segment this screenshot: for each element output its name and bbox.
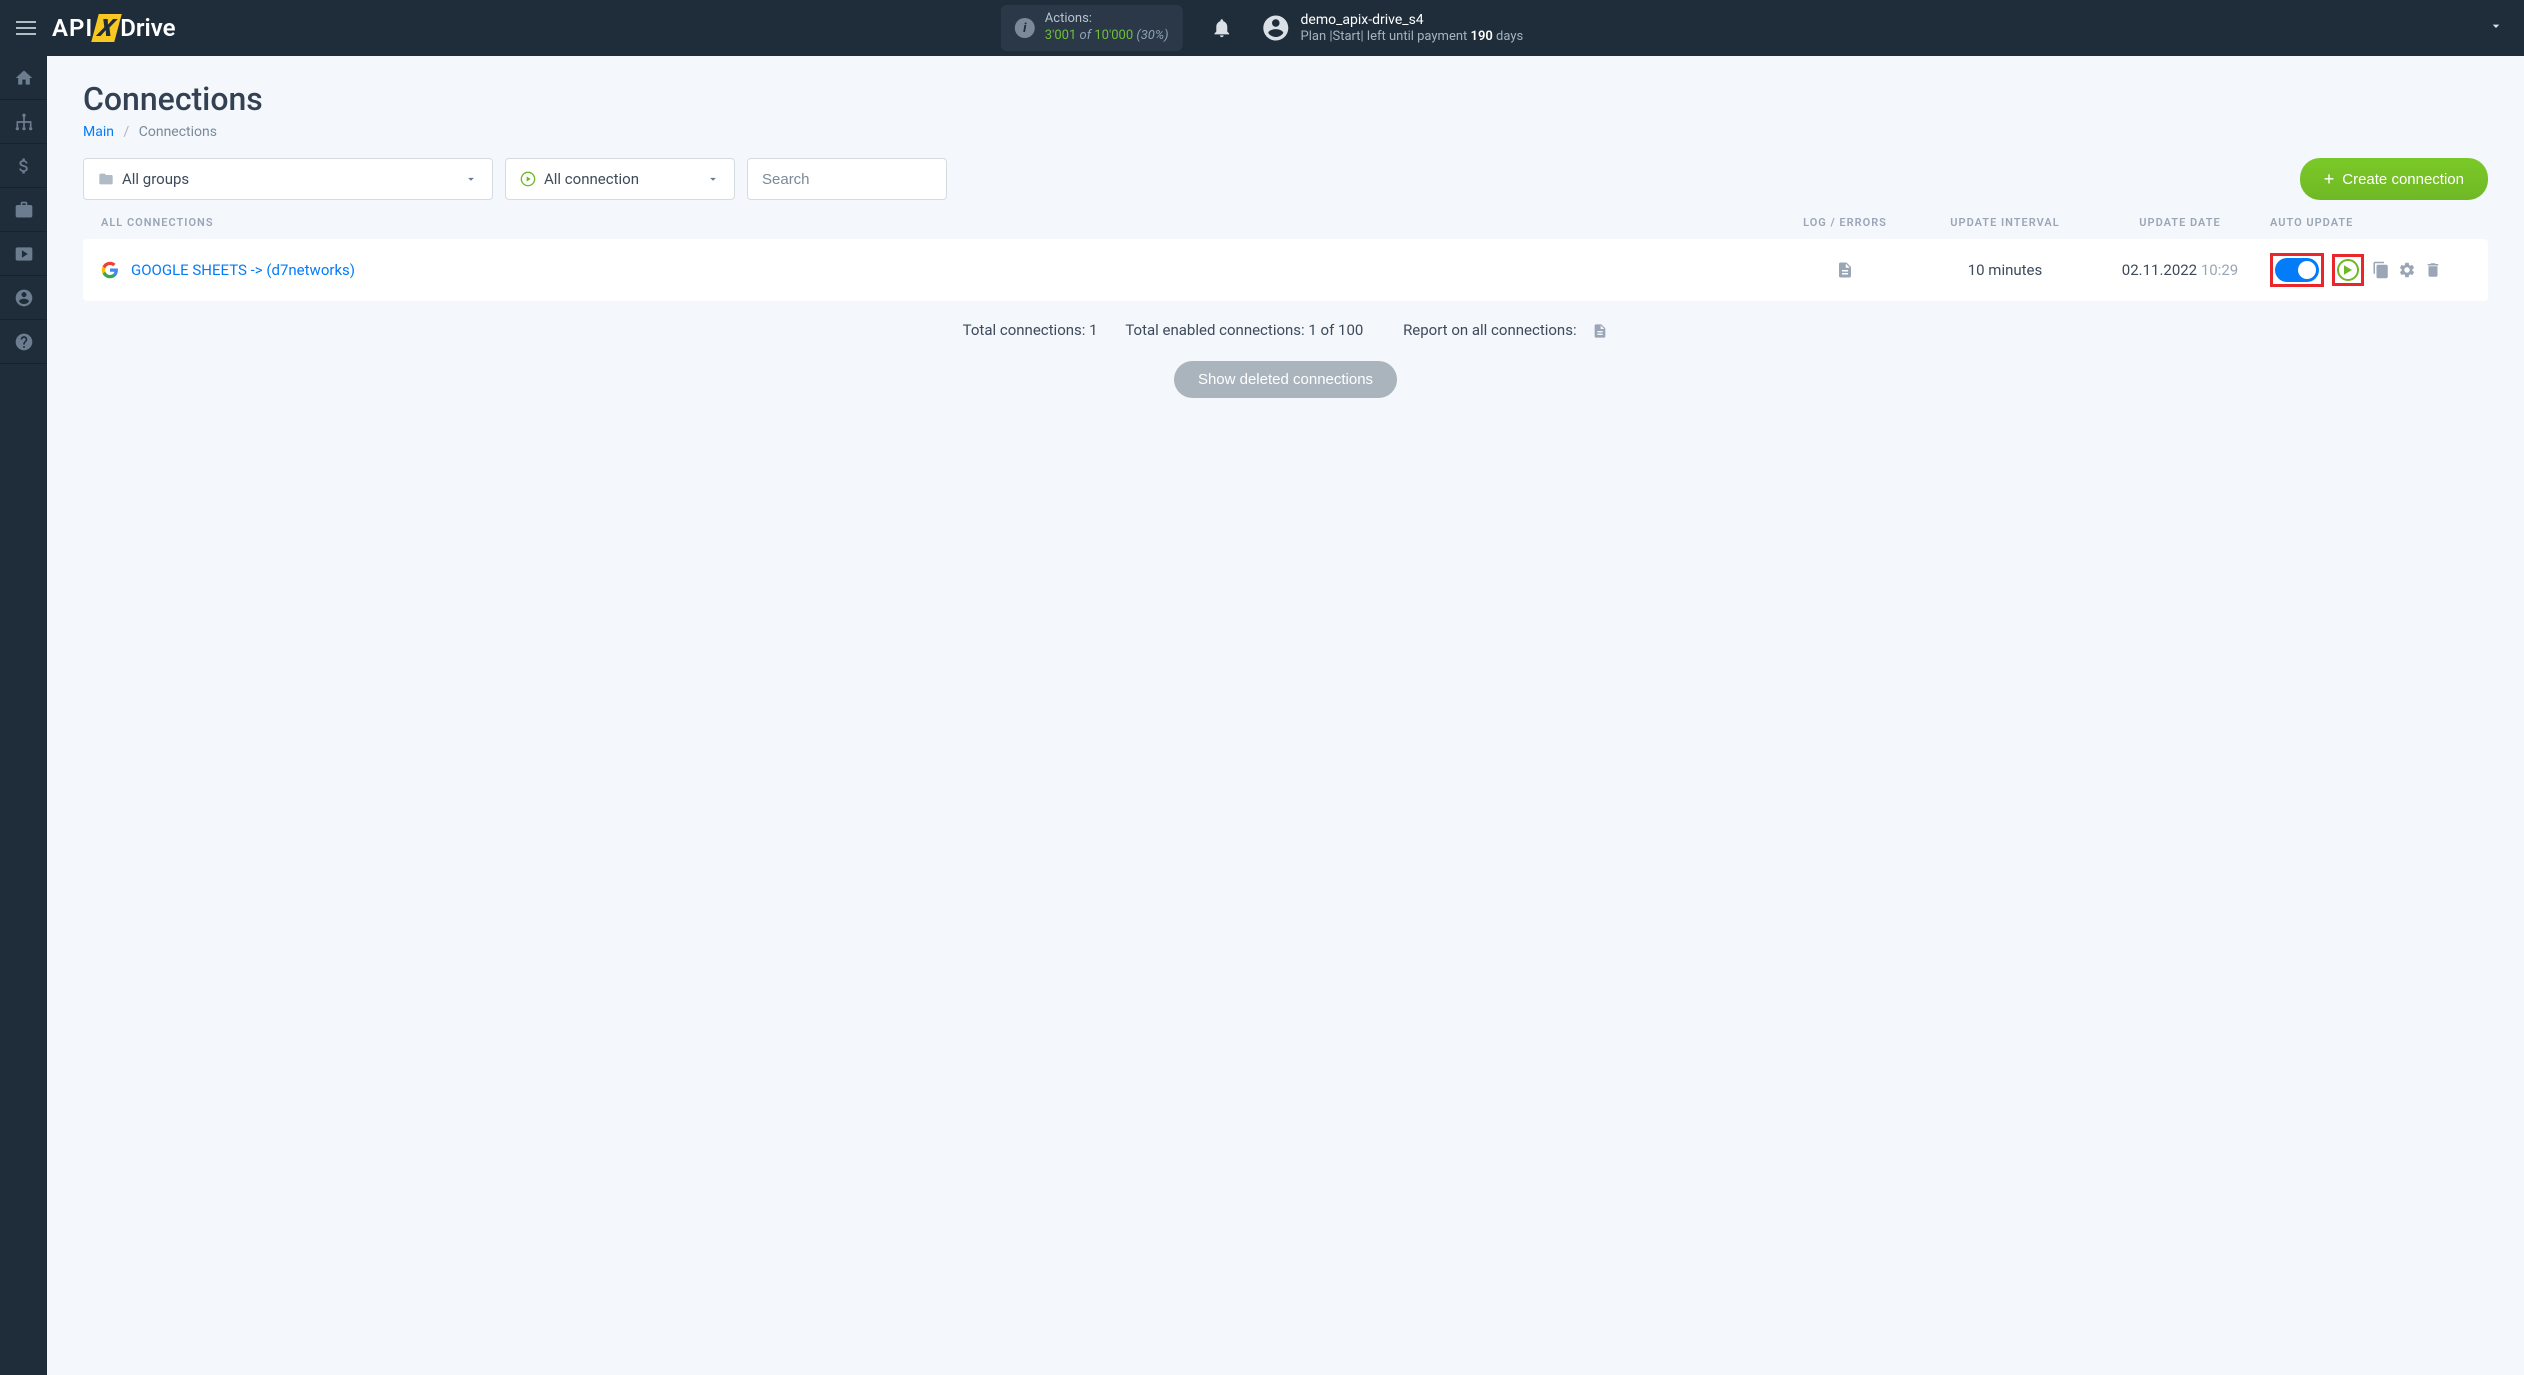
- summary: Total connections: 1 Total enabled conne…: [83, 321, 2488, 339]
- folder-icon: [98, 171, 114, 187]
- actions-pct: (30%): [1136, 28, 1168, 43]
- sidebar-item-help[interactable]: [0, 320, 47, 364]
- bell-icon[interactable]: [1211, 17, 1233, 39]
- sidebar: [0, 56, 47, 1375]
- actions-of: of: [1080, 28, 1092, 43]
- sidebar-item-home[interactable]: [0, 56, 47, 100]
- table-row: GOOGLE SHEETS -> (d7networks) 10 minutes…: [83, 239, 2488, 301]
- connection-link[interactable]: GOOGLE SHEETS -> (d7networks): [131, 261, 355, 279]
- highlight-play: [2332, 254, 2364, 286]
- plus-icon: +: [2324, 169, 2335, 190]
- sidebar-item-profile[interactable]: [0, 276, 47, 320]
- user-name: demo_apix-drive_s4: [1301, 12, 1524, 29]
- log-icon[interactable]: [1836, 261, 1854, 279]
- info-icon: i: [1015, 18, 1035, 38]
- show-deleted-button[interactable]: Show deleted connections: [1174, 361, 1397, 398]
- copy-icon[interactable]: [2372, 261, 2390, 279]
- report-icon[interactable]: [1592, 323, 1608, 339]
- google-icon: [101, 261, 119, 279]
- table-header: ALL CONNECTIONS LOG / ERRORS UPDATE INTE…: [83, 216, 2488, 239]
- filter-groups[interactable]: All groups: [83, 158, 493, 200]
- col-interval: UPDATE INTERVAL: [1920, 216, 2090, 229]
- create-btn-label: Create connection: [2342, 171, 2464, 188]
- col-auto: AUTO UPDATE: [2270, 216, 2470, 229]
- update-interval: 10 minutes: [1920, 261, 2090, 279]
- summary-report: Report on all connections:: [1391, 321, 1608, 339]
- user-menu[interactable]: demo_apix-drive_s4 Plan |Start| left unt…: [1261, 12, 1524, 44]
- actions-total: 10'000: [1094, 28, 1133, 43]
- main-content: Connections Main / Connections All group…: [47, 56, 2524, 1375]
- topbar: API X Drive i Actions: 3'001 of 10'000 (…: [0, 0, 2524, 56]
- header-caret[interactable]: [2488, 18, 2504, 38]
- logo-x: X: [92, 14, 122, 42]
- logo[interactable]: API X Drive: [52, 14, 176, 42]
- col-all-connections: ALL CONNECTIONS: [101, 216, 1770, 229]
- summary-total: Total connections: 1: [963, 321, 1098, 339]
- col-date: UPDATE DATE: [2090, 216, 2270, 229]
- trash-icon[interactable]: [2424, 261, 2442, 279]
- page-title: Connections: [83, 80, 2488, 118]
- hamburger-menu[interactable]: [16, 16, 40, 40]
- update-date: 02.11.2022 10:29: [2090, 261, 2270, 279]
- run-button[interactable]: [2337, 259, 2359, 281]
- create-connection-button[interactable]: + Create connection: [2300, 158, 2488, 200]
- search-input[interactable]: [762, 171, 932, 188]
- search-input-wrapper[interactable]: [747, 158, 947, 200]
- sidebar-item-connections[interactable]: [0, 100, 47, 144]
- filter-groups-label: All groups: [122, 170, 189, 188]
- col-log: LOG / ERRORS: [1770, 216, 1920, 229]
- chevron-down-icon: [706, 172, 720, 186]
- actions-label: Actions:: [1045, 11, 1169, 28]
- sidebar-item-briefcase[interactable]: [0, 188, 47, 232]
- actions-usage[interactable]: i Actions: 3'001 of 10'000 (30%): [1001, 5, 1183, 51]
- actions-used: 3'001: [1045, 28, 1077, 43]
- logo-suffix: Drive: [120, 14, 175, 42]
- breadcrumb-current: Connections: [139, 124, 217, 140]
- gear-icon[interactable]: [2398, 261, 2416, 279]
- filter-status[interactable]: All connection: [505, 158, 735, 200]
- sidebar-item-video[interactable]: [0, 232, 47, 276]
- user-plan: Plan |Start| left until payment 190 days: [1301, 29, 1524, 45]
- play-icon: [520, 171, 536, 187]
- chevron-down-icon: [464, 172, 478, 186]
- auto-update-toggle[interactable]: [2275, 258, 2319, 282]
- highlight-toggle: [2270, 253, 2324, 287]
- avatar-icon: [1261, 13, 1291, 43]
- summary-enabled: Total enabled connections: 1 of 100: [1125, 321, 1363, 339]
- filter-status-label: All connection: [544, 170, 639, 188]
- logo-prefix: API: [52, 14, 93, 42]
- breadcrumb-main[interactable]: Main: [83, 124, 114, 140]
- sidebar-item-billing[interactable]: [0, 144, 47, 188]
- breadcrumb: Main / Connections: [83, 124, 2488, 140]
